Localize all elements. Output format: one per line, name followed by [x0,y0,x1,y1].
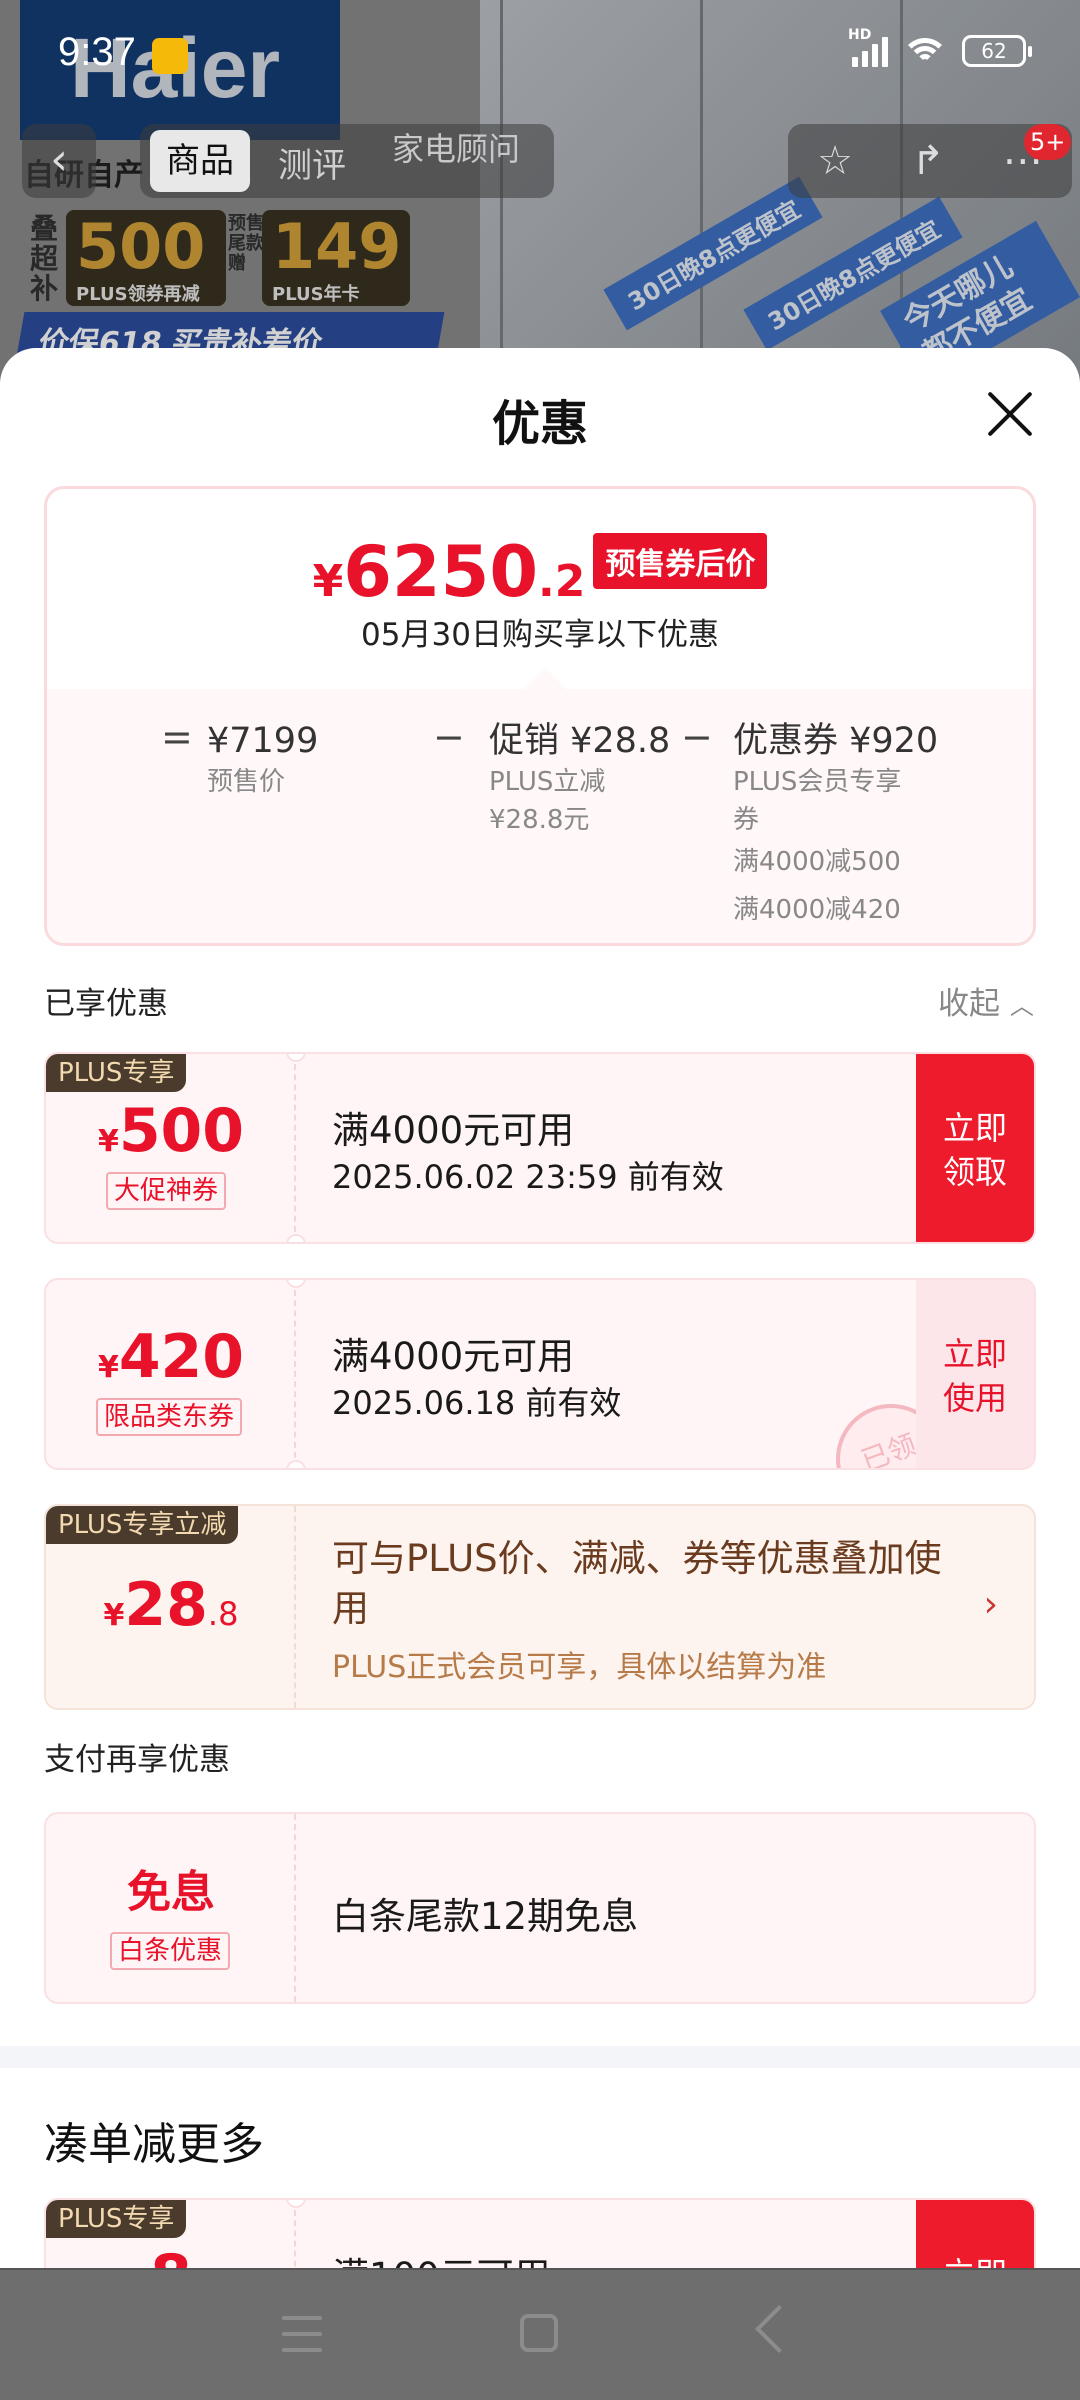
currency: ¥ [97,1124,119,1159]
currency: ¥ [103,1598,125,1633]
coupon-amount: ¥420 [46,1322,296,1392]
coupon-type: 限品类东券 [96,1398,243,1436]
cta-line: 领取 [942,1153,1007,1191]
coupon-amount: 8 [46,2242,296,2268]
wifi-icon [902,34,948,68]
status-time: 9:37 [58,30,136,74]
ticket-notch [286,1234,306,1242]
price-integer: 6250 [343,531,539,613]
price-date-note: 05月30日购买享以下优惠 [361,617,719,653]
coupon-value: 500 [118,1096,245,1166]
coupon-condition: 满100元可用 [332,2246,551,2268]
reduce-decimal: .8 [207,1595,239,1633]
pay-section-title: 支付再享优惠 [44,1742,230,1778]
presale-tag: 预售券后价 [593,533,768,589]
presale-value: ¥7199 [207,721,319,761]
promo-label: PLUS立减 [489,767,606,797]
back-button[interactable]: ‹ [22,124,96,198]
reduce-note: PLUS正式会员可享，具体以结算为准 [332,1650,827,1685]
payment-offer-card: 免息 白条优惠 白条尾款12期免息 [44,1812,1036,2004]
cta-line: 立即 [942,1335,1007,1373]
top-tabs: 商品 测评 家电顾问 [140,124,554,198]
use-button[interactable]: 立即 使用 [916,1280,1034,1468]
promo-label-amount: ¥28.8元 [489,805,590,835]
cta-line: 立即 [916,2252,1034,2268]
currency: ¥ [97,1350,119,1385]
reduce-amount: ¥28.8 [46,1570,296,1640]
coupon-type: 大促神券 [106,1172,227,1210]
coupon-value: 优惠券 ¥920 [733,721,939,761]
chevron-right-icon: › [983,1584,998,1625]
star-icon[interactable]: ☆ [817,138,853,184]
status-bar: 9:37 HD 62 [0,0,1080,100]
menu-icon[interactable] [282,2316,322,2352]
interest-free-label: 免息 [127,1867,215,1918]
coupon-amount: ¥500 [46,1096,296,1166]
collapse-label: 收起 [938,986,1000,1022]
reduce-description: 可与PLUS价、满减、券等优惠叠加使用 [332,1537,942,1630]
coupon-value: 8 [150,2242,192,2268]
plus-reduce-card[interactable]: PLUS专享立减 ¥28.8 可与PLUS价、满减、券等优惠叠加使用 PLUS正… [44,1504,1036,1710]
coupon-card: PLUS专享 ¥500 大促神券 满4000元可用 2025.06.02 23:… [44,1052,1036,1244]
share-icon[interactable]: ↱ [911,138,945,184]
collapse-button[interactable]: 收起 ︿ [938,978,1034,1023]
coupon-validity: 2025.06.02 23:59 前有效 [332,1158,724,1196]
section-divider [0,2046,1080,2068]
system-nav-bar [0,2270,1080,2400]
baitiao-tag: 白条优惠 [110,1932,231,1970]
battery-icon: 62 [962,35,1032,67]
coupon-card: ¥420 限品类东券 满4000元可用 2025.06.18 前有效 已领 立即… [44,1278,1036,1470]
plus-exclusive-tag: PLUS专享 [46,2200,187,2238]
calc-coupon: 优惠券 ¥920 PLUS会员专享 券 满4000减500 满4000减420 [733,719,973,929]
tab-product[interactable]: 商品 [150,130,250,192]
final-price: ¥6250.2 预售券后价 [47,531,1033,613]
close-icon[interactable] [986,390,1034,438]
coupon-condition: 满4000元可用 [332,1335,575,1378]
notes-app-icon [152,38,188,74]
coupon-condition: 满4000元可用 [332,1109,575,1152]
claim-button[interactable]: 立即 领取 [916,1054,1034,1242]
plus-exclusive-tag: PLUS专享 [46,1054,187,1092]
coupon-validity: 2025.06.18 前有效 [332,1384,622,1422]
minus-sign: − [681,715,713,759]
tab-review[interactable]: 测评 [278,138,346,187]
coupon-card: PLUS专享 8 满100元可用 立即 [44,2198,1036,2268]
coupon-rule: 满4000减500 [733,847,901,877]
discount-sheet: 优惠 ¥6250.2 预售券后价 05月30日购买享以下优惠 = ¥7199 预售… [0,348,1080,2268]
plus-reduce-tag: PLUS专享立减 [46,1506,239,1544]
notification-badge: 5+ [1024,124,1072,160]
enjoyed-section-title: 已享优惠 [44,986,168,1022]
cta-line: 使用 [942,1379,1007,1417]
promo-value: 促销 ¥28.8 [489,721,671,761]
calc-presale: ¥7199 预售价 [207,719,357,801]
ticket-notch [286,1460,306,1468]
calc-promo: 促销 ¥28.8 PLUS立减 ¥28.8元 [489,719,689,839]
price-summary: ¥6250.2 预售券后价 05月30日购买享以下优惠 = ¥7199 预售价 −… [44,486,1036,946]
tab-advisor[interactable]: 家电顾问 [392,124,520,170]
coupon-label: PLUS会员专享 [733,767,902,797]
chevron-up-icon: ︿ [1009,992,1034,1020]
presale-label: 预售价 [207,767,286,797]
back-icon[interactable] [754,2304,804,2354]
back-arrow-icon: ‹ [50,134,68,185]
price-decimal: .2 [538,556,586,607]
home-icon[interactable] [520,2314,558,2352]
more-section-title: 凑单减更多 [44,2119,264,2170]
equals-sign: = [161,715,193,759]
sheet-title: 优惠 [491,396,588,452]
signal-icon: HD [848,27,888,67]
coupon-rule: 满4000减420 [733,895,901,925]
price-currency: ¥ [312,556,344,607]
coupon-value: 420 [118,1322,245,1392]
cta-line: 立即 [942,1109,1007,1147]
claim-button[interactable]: 立即 [916,2200,1034,2268]
status-icons: HD 62 [848,27,1032,68]
minus-sign: − [433,715,465,759]
reduce-value: 28 [124,1570,208,1640]
network-label: HD [848,27,872,43]
coupon-label: 券 [733,805,760,835]
installment-desc: 白条尾款12期免息 [332,1895,639,1938]
